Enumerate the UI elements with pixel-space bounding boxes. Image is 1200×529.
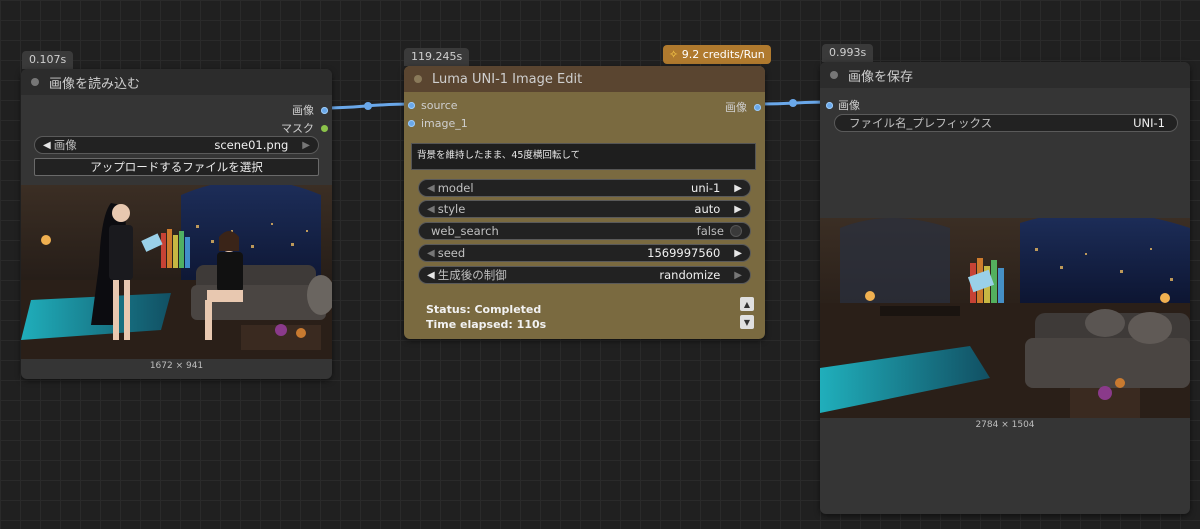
control-after-generate-widget[interactable]: ◀ 生成後の制御 randomize ▶	[418, 266, 751, 284]
seed-value: 1569997560	[647, 246, 721, 260]
load-image-dimensions: 1672 × 941	[149, 361, 204, 371]
web-search-toggle-widget[interactable]: web_search false	[418, 222, 751, 240]
upload-file-button[interactable]: アップロードするファイルを選択	[34, 158, 319, 176]
input-slot-image1[interactable]: image_1	[408, 117, 468, 130]
style-select-widget[interactable]: ◀ style auto ▶	[418, 200, 751, 218]
output-slot-image[interactable]: 画像	[725, 99, 761, 115]
style-label: style	[437, 202, 466, 216]
save-node-title: 画像を保存	[848, 69, 914, 85]
blue-port-icon[interactable]	[408, 120, 415, 127]
node-status-dot	[31, 78, 39, 86]
input-slot-image1-label: image_1	[421, 117, 468, 130]
wire-midpoint-1	[364, 102, 372, 110]
output-slot-mask-label: マスク	[281, 122, 314, 135]
node-status-dot	[414, 75, 422, 83]
credits-label: 9.2 credits/Run	[681, 48, 765, 61]
luma-node-time-badge: 119.245s	[404, 48, 470, 66]
arrow-left-icon[interactable]: ◀	[427, 183, 435, 194]
style-value: auto	[694, 202, 721, 216]
blue-port-icon[interactable]	[826, 101, 833, 109]
model-value: uni-1	[691, 181, 721, 195]
arrow-left-icon[interactable]: ◀	[427, 248, 435, 259]
filename-prefix-widget[interactable]: ファイル名_プレフィックス UNI-1	[834, 114, 1178, 132]
input-slot-source-label: source	[421, 99, 458, 112]
luma-node-title: Luma UNI-1 Image Edit	[432, 71, 583, 87]
prompt-textarea[interactable]: 背景を維持したまま、45度横回転して	[411, 143, 756, 170]
input-image-preview	[21, 185, 332, 359]
arrow-left-icon[interactable]: ◀	[427, 204, 435, 215]
toggle-switch-icon[interactable]	[730, 225, 742, 237]
load-image-node[interactable]: 画像を読み込む 画像 マスク ◀ 画像 scene01.png ▶ アップロード…	[21, 69, 332, 379]
arrow-left-icon[interactable]: ◀	[43, 140, 51, 151]
status-line: Status: Completed	[426, 303, 542, 316]
input-slot-image-label: 画像	[838, 99, 860, 112]
input-slot-source[interactable]: source	[408, 99, 458, 112]
save-node-header[interactable]: 画像を保存	[820, 62, 1190, 88]
filename-prefix-label: ファイル名_プレフィックス	[849, 116, 993, 130]
web-search-label: web_search	[431, 224, 499, 238]
image-select-widget[interactable]: ◀ 画像 scene01.png ▶	[34, 136, 319, 154]
arrow-right-icon[interactable]: ▶	[302, 140, 310, 151]
web-search-value: false	[696, 224, 724, 238]
status-text: Status: Completed Time elapsed: 110s	[426, 302, 546, 332]
output-slot-image[interactable]: 画像	[292, 102, 328, 118]
image-select-value: scene01.png	[214, 138, 289, 152]
blue-port-icon[interactable]	[408, 102, 415, 109]
image-select-label: 画像	[53, 138, 77, 152]
luma-node-header[interactable]: Luma UNI-1 Image Edit	[404, 66, 765, 92]
arrow-right-icon[interactable]: ▶	[734, 270, 742, 281]
save-image-node[interactable]: 画像を保存 画像 ファイル名_プレフィックス UNI-1 2784 × 1504	[820, 62, 1190, 514]
seed-number-widget[interactable]: ◀ seed 1569997560 ▶	[418, 244, 751, 262]
luma-edit-node[interactable]: Luma UNI-1 Image Edit source image_1 画像 …	[404, 66, 765, 339]
wire-midpoint-2	[789, 99, 797, 107]
output-image-preview	[820, 218, 1190, 418]
save-node-time-badge: 0.993s	[822, 44, 874, 62]
scroll-down-icon[interactable]: ▼	[740, 315, 754, 329]
green-port-icon[interactable]	[321, 124, 328, 132]
output-slot-image-label: 画像	[292, 104, 314, 117]
model-select-widget[interactable]: ◀ model uni-1 ▶	[418, 179, 751, 197]
blue-port-icon[interactable]	[321, 106, 328, 114]
credits-badge: ✧ 9.2 credits/Run	[663, 45, 771, 64]
output-slot-image-label: 画像	[725, 101, 747, 114]
input-slot-image[interactable]: 画像	[826, 97, 860, 113]
seed-label: seed	[437, 246, 466, 260]
output-slot-mask[interactable]: マスク	[281, 120, 328, 136]
save-image-dimensions: 2784 × 1504	[975, 420, 1035, 430]
control-label: 生成後の制御	[437, 268, 507, 282]
arrow-right-icon[interactable]: ▶	[734, 248, 742, 259]
node-status-dot	[830, 71, 838, 79]
blue-port-icon[interactable]	[754, 103, 761, 111]
model-label: model	[437, 181, 474, 195]
control-value: randomize	[659, 268, 721, 282]
lightning-icon: ✧	[669, 48, 679, 61]
load-node-time-badge: 0.107s	[22, 51, 74, 69]
load-node-header[interactable]: 画像を読み込む	[21, 69, 332, 95]
load-node-title: 画像を読み込む	[49, 76, 141, 92]
scroll-up-icon[interactable]: ▲	[740, 297, 754, 311]
arrow-right-icon[interactable]: ▶	[734, 183, 742, 194]
filename-prefix-value: UNI-1	[1133, 116, 1165, 130]
node-canvas[interactable]: 0.107s 画像を読み込む 画像 マスク ◀ 画像 scene01.png ▶…	[0, 0, 1200, 529]
arrow-right-icon[interactable]: ▶	[734, 204, 742, 215]
elapsed-line: Time elapsed: 110s	[426, 318, 547, 331]
arrow-left-icon[interactable]: ◀	[427, 270, 435, 281]
